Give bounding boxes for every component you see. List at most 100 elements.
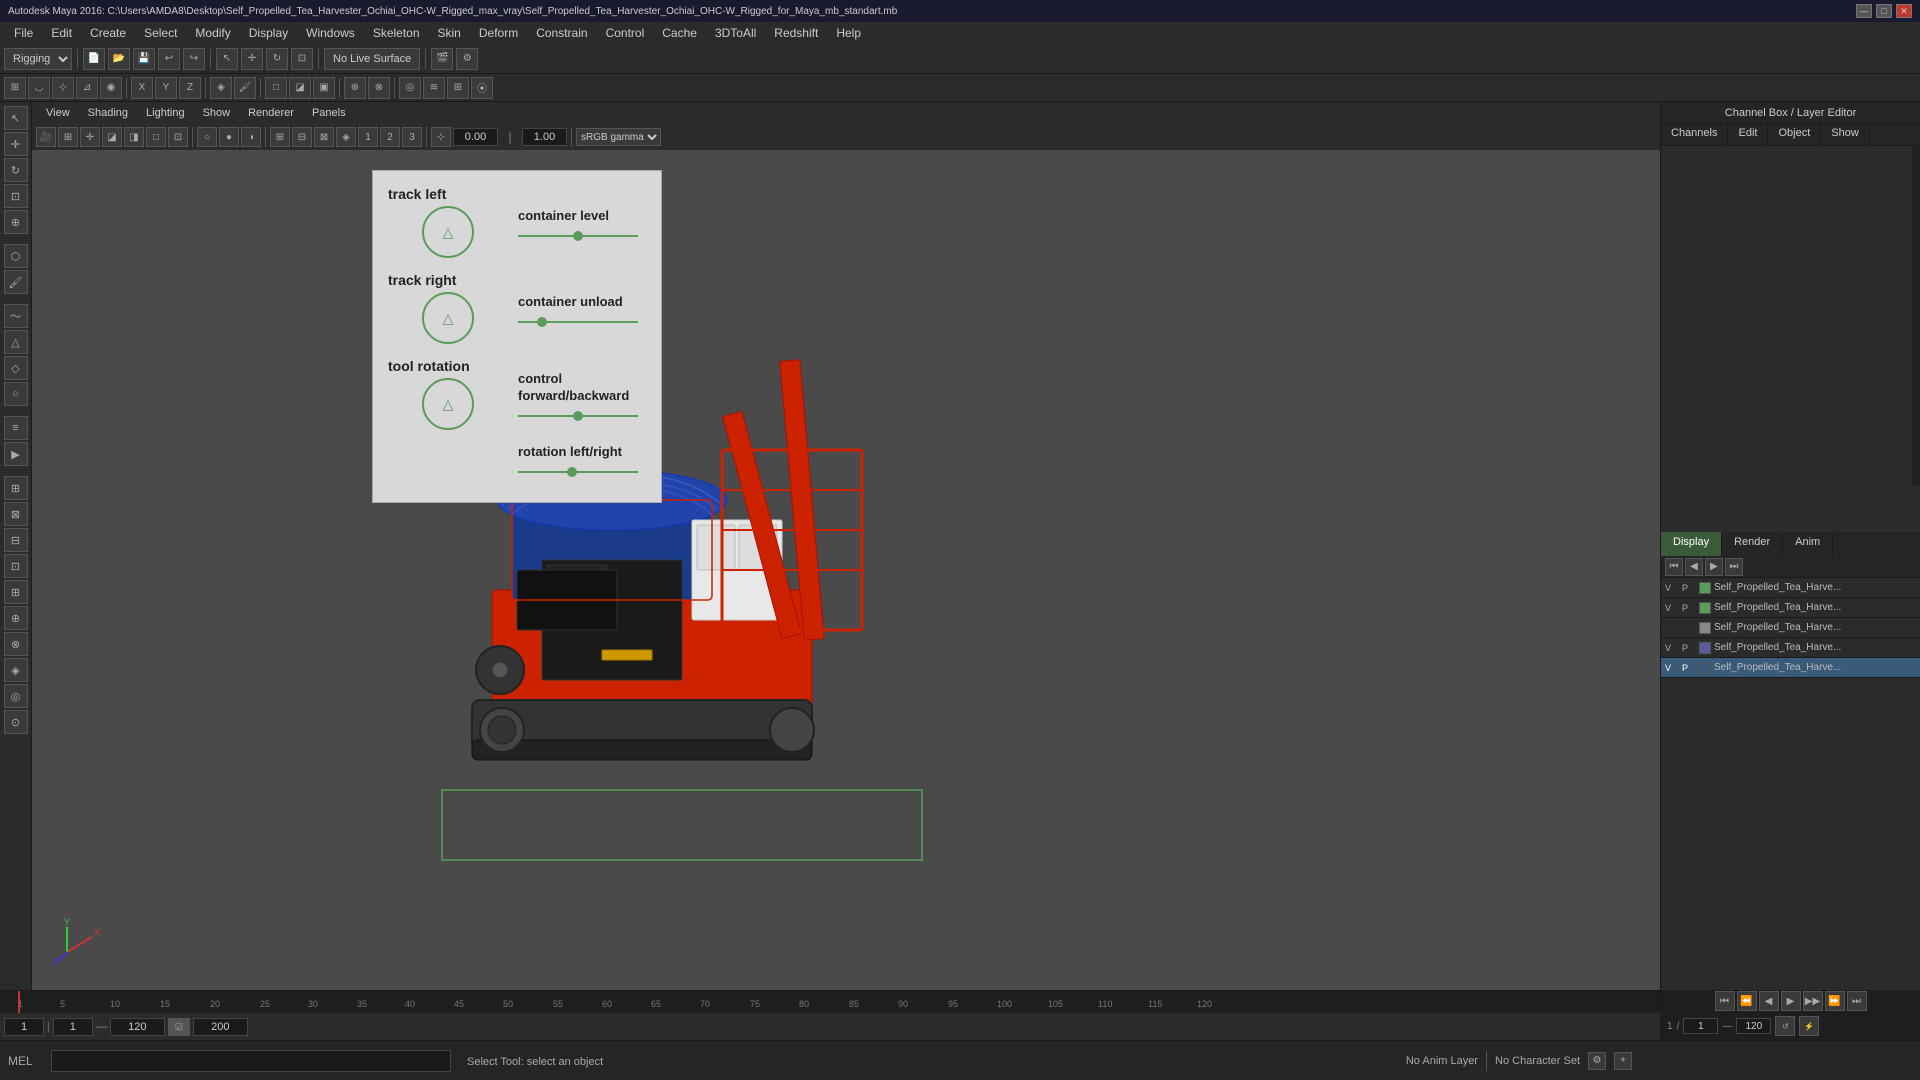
pb-next-key[interactable]: ⏩	[1825, 991, 1845, 1011]
vp-grid[interactable]: ⊞	[58, 127, 78, 147]
color-space-select[interactable]: sRGB gamma	[576, 128, 661, 146]
layer-item-4[interactable]: V P Self_Propelled_Tea_Harve...	[1661, 638, 1920, 658]
new-scene-button[interactable]: 📄	[83, 48, 105, 70]
p-btn-2[interactable]: P	[1682, 603, 1696, 613]
scene-area[interactable]: track left container level track right	[32, 150, 1660, 1020]
menu-windows[interactable]: Windows	[298, 24, 363, 42]
tool5[interactable]: ⊞	[4, 580, 28, 604]
range-end-field[interactable]	[110, 1018, 165, 1036]
track-right-circle[interactable]	[422, 292, 474, 344]
render-btn[interactable]: 🎬	[431, 48, 453, 70]
scale-tool-left[interactable]: ⊡	[4, 184, 28, 208]
paint-skin[interactable]: 🖌	[234, 77, 256, 99]
ipr-btn[interactable]: ⚙	[456, 48, 478, 70]
vp-iso4[interactable]: ◈	[336, 127, 356, 147]
pb-prev-frame[interactable]: ◀	[1759, 991, 1779, 1011]
curve-tool[interactable]: ～	[4, 304, 28, 328]
move-tool-left[interactable]: ✛	[4, 132, 28, 156]
undo-button[interactable]: ↩	[158, 48, 180, 70]
jnt-size[interactable]: ⊕	[344, 77, 366, 99]
layer-nav-btn4[interactable]: ⏭	[1725, 558, 1743, 576]
vp-iso1[interactable]: ⊞	[270, 127, 290, 147]
open-button[interactable]: 📂	[108, 48, 130, 70]
layer-item-1[interactable]: V P Self_Propelled_Tea_Harve...	[1661, 578, 1920, 598]
vp-btn-2[interactable]: V	[1665, 603, 1679, 613]
wire-def[interactable]: ≋	[423, 77, 445, 99]
rotation-lr-line[interactable]	[518, 471, 638, 473]
close-button[interactable]: ✕	[1896, 4, 1912, 18]
menu-edit[interactable]: Edit	[43, 24, 80, 42]
tool4[interactable]: ⊡	[4, 554, 28, 578]
menu-modify[interactable]: Modify	[187, 24, 238, 42]
lasso-tool[interactable]: ⬡	[4, 244, 28, 268]
tab-edit[interactable]: Edit	[1728, 124, 1768, 145]
vp-iso3[interactable]: ⊠	[314, 127, 334, 147]
pb-end[interactable]: ⏭	[1847, 991, 1867, 1011]
redo-button[interactable]: ↪	[183, 48, 205, 70]
vp-cam[interactable]: 🎥	[36, 127, 56, 147]
menu-skeleton[interactable]: Skeleton	[365, 24, 428, 42]
maximize-button[interactable]: □	[1876, 4, 1892, 18]
vp-shad2[interactable]: ◨	[124, 127, 144, 147]
menu-help[interactable]: Help	[828, 24, 869, 42]
scale-tool[interactable]: ⊡	[291, 48, 313, 70]
pb-start[interactable]: ⏮	[1715, 991, 1735, 1011]
right-panel-scrollbar[interactable]	[1912, 146, 1920, 486]
soft-sel[interactable]: ◉	[100, 77, 122, 99]
tab-object[interactable]: Object	[1768, 124, 1821, 145]
forward-backward-line[interactable]	[518, 415, 638, 417]
tool9[interactable]: ◎	[4, 684, 28, 708]
p-btn-5[interactable]: P	[1682, 663, 1696, 673]
le-tab-display[interactable]: Display	[1661, 532, 1722, 556]
char-set-options[interactable]: ⚙	[1588, 1052, 1606, 1070]
vp-val1[interactable]: 0.00	[453, 128, 498, 146]
menu-display[interactable]: Display	[241, 24, 296, 42]
cluster-btn[interactable]: ◎	[399, 77, 421, 99]
tool-rotation-circle[interactable]	[422, 378, 474, 430]
frame-input-right[interactable]	[1683, 1018, 1718, 1034]
tab-channels[interactable]: Channels	[1661, 124, 1728, 145]
vp-xray[interactable]: ⊡	[168, 127, 188, 147]
vp-iso2[interactable]: ⊟	[292, 127, 312, 147]
blend-btn[interactable]: ⦿	[471, 77, 493, 99]
le-tab-anim[interactable]: Anim	[1783, 532, 1833, 556]
menu-create[interactable]: Create	[82, 24, 134, 42]
menu-cache[interactable]: Cache	[654, 24, 705, 42]
menu-control[interactable]: Control	[598, 24, 653, 42]
vp-show[interactable]: Show	[195, 105, 239, 121]
snap-grid[interactable]: ⊞	[4, 77, 26, 99]
no-live-surface[interactable]: No Live Surface	[324, 48, 420, 70]
p-btn-1[interactable]: P	[1682, 583, 1696, 593]
vp-view[interactable]: View	[38, 105, 78, 121]
pb-play-fwd[interactable]: ▶	[1781, 991, 1801, 1011]
range-end-right[interactable]	[1736, 1018, 1771, 1034]
vp-val2[interactable]: 1.00	[522, 128, 567, 146]
layer-item-2[interactable]: V P Self_Propelled_Tea_Harve...	[1661, 598, 1920, 618]
tab-show[interactable]: Show	[1821, 124, 1870, 145]
tool6[interactable]: ⊕	[4, 606, 28, 630]
layer-item-5[interactable]: V P Self_Propelled_Tea_Harve...	[1661, 658, 1920, 678]
vp-light3[interactable]: ◑	[241, 127, 261, 147]
le-tab-render[interactable]: Render	[1722, 532, 1783, 556]
p-btn-4[interactable]: P	[1682, 643, 1696, 653]
vp-btn-4[interactable]: V	[1665, 643, 1679, 653]
render-quick[interactable]: ▶	[4, 442, 28, 466]
sym-z[interactable]: Z	[179, 77, 201, 99]
vp-lighting[interactable]: Lighting	[138, 105, 193, 121]
vp-renderer[interactable]: Renderer	[240, 105, 302, 121]
speed-btn[interactable]: ⚡	[1799, 1016, 1819, 1036]
vp-snap[interactable]: ⊹	[431, 127, 451, 147]
paint-tool[interactable]: 🖌	[4, 270, 28, 294]
vp-shad1[interactable]: ◪	[102, 127, 122, 147]
snap-surface[interactable]: ⊿	[76, 77, 98, 99]
tool8[interactable]: ◈	[4, 658, 28, 682]
total-end-field[interactable]	[193, 1018, 248, 1036]
layer-nav-btn3[interactable]: ▶	[1705, 558, 1723, 576]
track-left-circle[interactable]	[422, 206, 474, 258]
wire-mode[interactable]: □	[265, 77, 287, 99]
vp-light2[interactable]: ●	[219, 127, 239, 147]
sym-x[interactable]: X	[131, 77, 153, 99]
tool2[interactable]: ⊠	[4, 502, 28, 526]
save-button[interactable]: 💾	[133, 48, 155, 70]
sym-y[interactable]: Y	[155, 77, 177, 99]
